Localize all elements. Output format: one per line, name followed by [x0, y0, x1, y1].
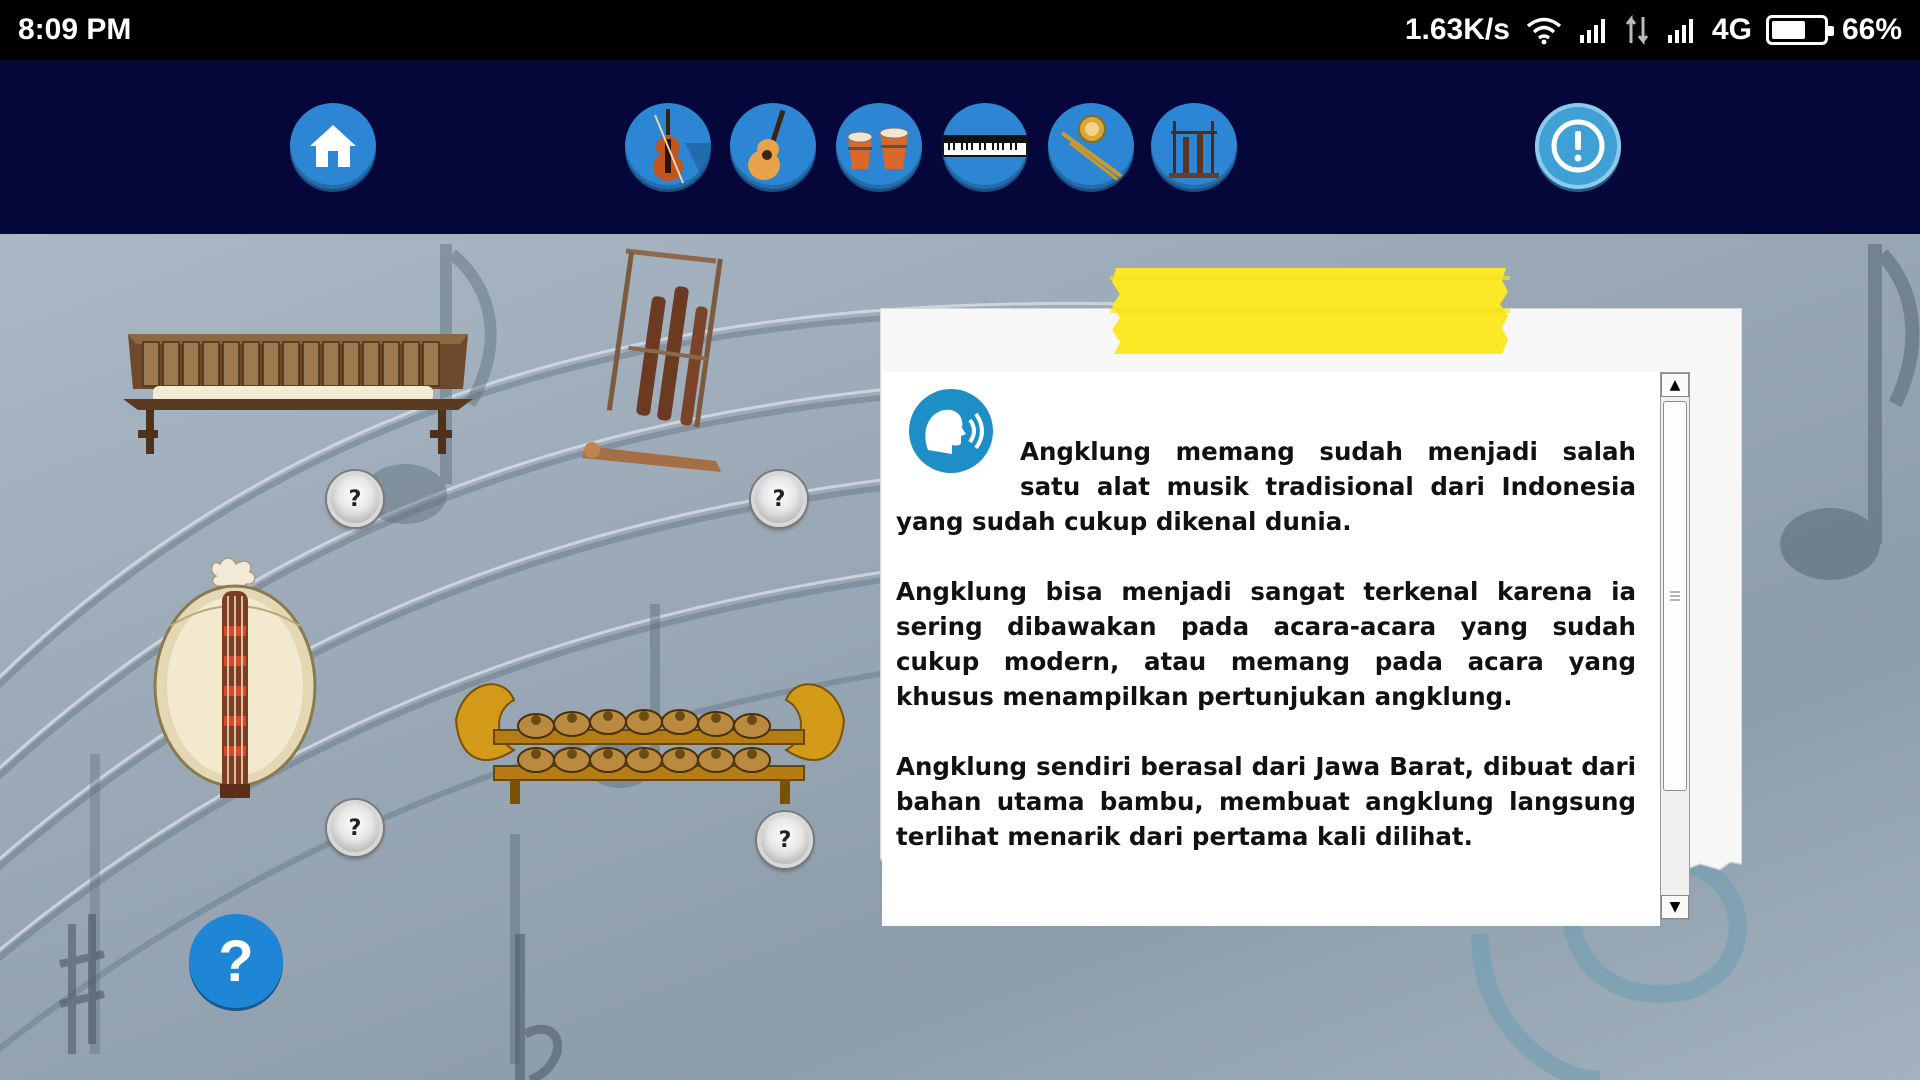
- speaker-audio-icon[interactable]: [908, 388, 994, 474]
- network-type: 4G: [1711, 13, 1752, 46]
- violin-button[interactable]: [625, 103, 711, 189]
- status-time: 8:09 PM: [18, 13, 132, 46]
- keyboard-button[interactable]: [942, 103, 1028, 189]
- angklung-icon: [1169, 121, 1219, 178]
- sasando-info-button[interactable]: ?: [327, 800, 383, 856]
- signal-icon-2: [1667, 19, 1693, 43]
- scroll-thumb[interactable]: [1663, 401, 1687, 791]
- sasando-image[interactable]: [150, 556, 320, 806]
- description-text-area[interactable]: Angklung memang sudah menjadi salah satu…: [882, 372, 1660, 926]
- guitar-button[interactable]: [730, 103, 816, 189]
- text-scrollbar[interactable]: ▲ ▼: [1660, 372, 1690, 920]
- paragraph-2: Angklung bisa menjadi sangat terkenal ka…: [896, 577, 1636, 711]
- scroll-up-button[interactable]: ▲: [1661, 373, 1689, 397]
- paragraph-3: Angklung sendiri berasal dari Jawa Barat…: [896, 752, 1636, 851]
- network-speed: 1.63K/s: [1404, 13, 1510, 46]
- drums-button[interactable]: [836, 103, 922, 189]
- main-content: ? ? ? ? ? Angklung memang sudah menjadi …: [0, 234, 1920, 1080]
- wifi-icon: [1526, 17, 1562, 45]
- status-bar: 8:09 PM 1.63K/s 4G 66%: [0, 0, 1920, 60]
- bongo-drums-icon: [847, 127, 909, 169]
- scroll-down-button[interactable]: ▼: [1661, 895, 1689, 919]
- yellow-tape: [1110, 268, 1510, 354]
- data-transfer-icon: [1625, 15, 1649, 45]
- gambang-image[interactable]: [118, 314, 478, 464]
- home-button[interactable]: [290, 103, 376, 189]
- angklung-button[interactable]: [1151, 103, 1237, 189]
- battery-percent: 66%: [1841, 13, 1902, 46]
- angklung-info-button[interactable]: ?: [751, 471, 807, 527]
- signal-icon: [1579, 19, 1605, 43]
- grip-icon: [1670, 591, 1680, 601]
- paragraph-1: Angklung memang sudah menjadi salah satu…: [896, 437, 1636, 536]
- description-card: Angklung memang sudah menjadi salah satu…: [880, 268, 1742, 948]
- piano-keyboard-icon: [942, 135, 1028, 157]
- gambang-info-button[interactable]: ?: [327, 471, 383, 527]
- violin-icon: [653, 109, 711, 189]
- home-icon: [310, 125, 356, 167]
- top-nav-bar: [0, 60, 1920, 234]
- about-button[interactable]: [1535, 103, 1621, 189]
- trombone-button[interactable]: [1048, 103, 1134, 189]
- angklung-image[interactable]: [582, 248, 723, 472]
- exclamation-icon: [1551, 119, 1605, 173]
- trombone-icon: [1060, 115, 1130, 185]
- help-button[interactable]: ?: [189, 914, 283, 1008]
- guitar-icon: [748, 109, 786, 180]
- battery-icon: [1765, 15, 1834, 45]
- bonang-info-button[interactable]: ?: [757, 812, 813, 868]
- bonang-image[interactable]: [454, 660, 846, 810]
